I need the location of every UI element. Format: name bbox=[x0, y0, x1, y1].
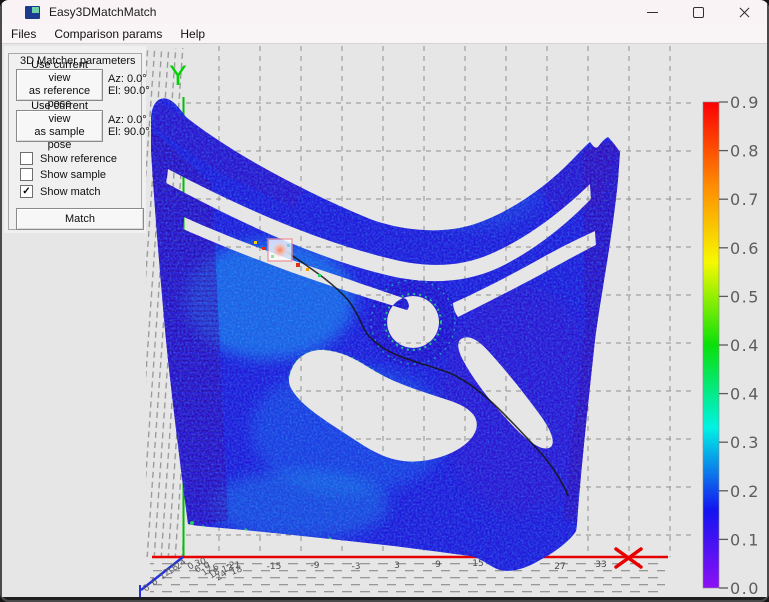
use-view-reference-pose-button[interactable]: Use current view as reference pose bbox=[16, 69, 103, 101]
use-view-sample-pose-button[interactable]: Use current view as sample pose bbox=[16, 110, 103, 142]
svg-text:0.4: 0.4 bbox=[730, 336, 760, 355]
svg-text:0.7: 0.7 bbox=[730, 190, 760, 209]
show-match-checkbox[interactable]: ✓ Show match bbox=[20, 185, 101, 198]
matcher-parameters-panel: 3D Matcher parameters Use current view a… bbox=[4, 46, 146, 233]
sample-az: Az: 0.0° bbox=[108, 114, 150, 126]
svg-text:-3: -3 bbox=[352, 562, 361, 572]
svg-text:0.0: 0.0 bbox=[730, 579, 760, 597]
reference-el: El: 90.0° bbox=[108, 85, 150, 97]
sample-el: El: 90.0° bbox=[108, 126, 150, 138]
app-icon bbox=[25, 6, 40, 19]
minimize-icon bbox=[647, 12, 658, 13]
svg-text:27: 27 bbox=[554, 562, 565, 572]
menu-files[interactable]: Files bbox=[2, 26, 45, 42]
show-sample-checkbox[interactable]: Show sample bbox=[20, 168, 106, 181]
reference-pose-readout: Az: 0.0° El: 90.0° bbox=[108, 73, 150, 97]
svg-text:9: 9 bbox=[435, 560, 441, 570]
title-bar[interactable]: Easy3DMatchMatch bbox=[2, 0, 767, 24]
svg-text:33: 33 bbox=[595, 560, 606, 570]
menu-comparison-params[interactable]: Comparison params bbox=[45, 26, 171, 42]
checkbox-box[interactable] bbox=[20, 168, 33, 181]
svg-text:-15: -15 bbox=[267, 562, 282, 572]
svg-text:0.2: 0.2 bbox=[730, 482, 760, 501]
checkbox-label: Show reference bbox=[40, 153, 117, 165]
svg-text:0.3: 0.3 bbox=[730, 433, 760, 452]
minimize-button[interactable] bbox=[629, 0, 675, 24]
svg-text:0.8: 0.8 bbox=[730, 142, 760, 161]
colorbar-gradient bbox=[703, 102, 719, 588]
svg-text:15: 15 bbox=[472, 559, 483, 569]
picked-point-marker[interactable] bbox=[268, 239, 292, 261]
reference-az: Az: 0.0° bbox=[108, 73, 150, 85]
match-button[interactable]: Match bbox=[16, 208, 144, 230]
svg-text:0.5: 0.5 bbox=[730, 287, 760, 306]
checkbox-box[interactable]: ✓ bbox=[20, 185, 33, 198]
maximize-icon bbox=[693, 7, 704, 18]
svg-text:-9: -9 bbox=[311, 561, 320, 571]
menu-help[interactable]: Help bbox=[171, 26, 214, 42]
close-icon bbox=[739, 7, 750, 18]
svg-text:0.9: 0.9 bbox=[730, 93, 760, 112]
svg-text:3: 3 bbox=[394, 561, 400, 571]
matcher-parameters-groupbox: 3D Matcher parameters Use current view a… bbox=[8, 53, 142, 230]
checkbox-box[interactable] bbox=[20, 152, 33, 165]
checkbox-label: Show match bbox=[40, 186, 101, 198]
show-reference-checkbox[interactable]: Show reference bbox=[20, 152, 117, 165]
maximize-button[interactable] bbox=[675, 0, 721, 24]
menu-bar: Files Comparison params Help bbox=[2, 24, 767, 44]
sample-pose-readout: Az: 0.0° El: 90.0° bbox=[108, 114, 150, 138]
svg-text:0.6: 0.6 bbox=[730, 239, 760, 258]
y-axis-label: Y bbox=[169, 61, 187, 92]
checkbox-label: Show sample bbox=[40, 169, 106, 181]
svg-text:0.1: 0.1 bbox=[730, 530, 760, 549]
svg-text:0.4: 0.4 bbox=[730, 385, 760, 404]
close-button[interactable] bbox=[721, 0, 767, 24]
window-title: Easy3DMatchMatch bbox=[49, 5, 156, 19]
app-window: Easy3DMatchMatch Files Comparison params… bbox=[0, 0, 769, 602]
